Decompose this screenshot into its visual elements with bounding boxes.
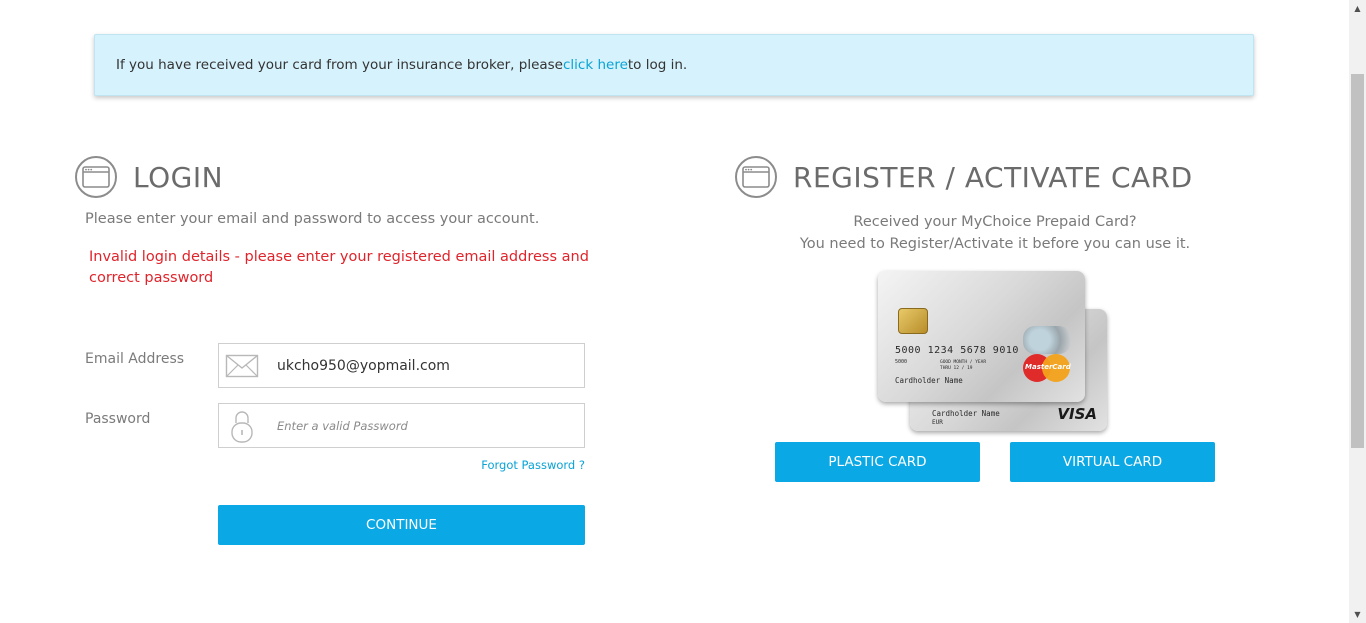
- card-front: 5000 1234 5678 9010 5000 GOOD MONTH / YE…: [878, 271, 1085, 402]
- padlock-icon: [219, 408, 265, 444]
- continue-button[interactable]: CONTINUE: [218, 505, 585, 545]
- register-header: REGISTER / ACTIVATE CARD: [735, 142, 1193, 213]
- chip-icon: [898, 308, 928, 334]
- browser-window-icon: [75, 156, 117, 199]
- scroll-down-icon[interactable]: ▼: [1349, 606, 1366, 623]
- card-back-holder: Cardholder Name: [932, 409, 1000, 418]
- password-field[interactable]: [218, 403, 585, 448]
- browser-window-icon: [735, 156, 777, 199]
- scroll-up-icon[interactable]: ▲: [1349, 0, 1366, 17]
- login-intro-text: Please enter your email and password to …: [85, 211, 540, 227]
- notice-banner: If you have received your card from your…: [94, 34, 1254, 96]
- mastercard-text: MasterCard: [1025, 363, 1071, 371]
- notice-click-here-link[interactable]: click here: [563, 57, 628, 73]
- notice-text-before: If you have received your card from your…: [116, 57, 563, 73]
- plastic-card-button[interactable]: PLASTIC CARD: [775, 442, 980, 482]
- virtual-card-button[interactable]: VIRTUAL CARD: [1010, 442, 1215, 482]
- login-header: LOGIN: [75, 142, 223, 213]
- password-label: Password: [85, 411, 151, 427]
- visa-logo: VISA: [1057, 405, 1097, 423]
- notice-text-after: to log in.: [627, 57, 688, 73]
- card-number: 5000 1234 5678 9010: [895, 345, 1019, 356]
- envelope-icon: [219, 354, 265, 378]
- email-field[interactable]: [218, 343, 585, 388]
- password-input[interactable]: [275, 416, 579, 435]
- mastercard-logo: MasterCard: [1023, 353, 1071, 383]
- register-title: REGISTER / ACTIVATE CARD: [793, 160, 1193, 194]
- login-error-message: Invalid login details - please enter you…: [89, 249, 589, 286]
- hologram-icon: [1023, 326, 1071, 354]
- forgot-password-link[interactable]: Forgot Password ?: [481, 458, 585, 472]
- page: If you have received your card from your…: [0, 0, 1366, 623]
- card-front-holder: Cardholder Name: [895, 376, 963, 385]
- scrollbar-thumb[interactable]: [1351, 74, 1364, 448]
- email-input[interactable]: [275, 356, 579, 375]
- card-valid-labels: GOOD MONTH / YEAR: [940, 360, 987, 365]
- email-label: Email Address: [85, 351, 185, 367]
- register-text-line1: Received your MyChoice Prepaid Card?: [853, 214, 1137, 230]
- register-text-line2: You need to Register/Activate it before …: [799, 236, 1191, 252]
- vertical-scrollbar[interactable]: ▲ ▼: [1349, 0, 1366, 623]
- card-valid-thru: THRU 12 / 19: [940, 366, 973, 371]
- prepaid-cards-image: Cardholder Name EUR VISA 5000 1234 5678 …: [878, 271, 1110, 434]
- card-currency: EUR: [932, 419, 943, 426]
- login-title: LOGIN: [133, 160, 224, 194]
- card-small-number: 5000: [895, 359, 908, 365]
